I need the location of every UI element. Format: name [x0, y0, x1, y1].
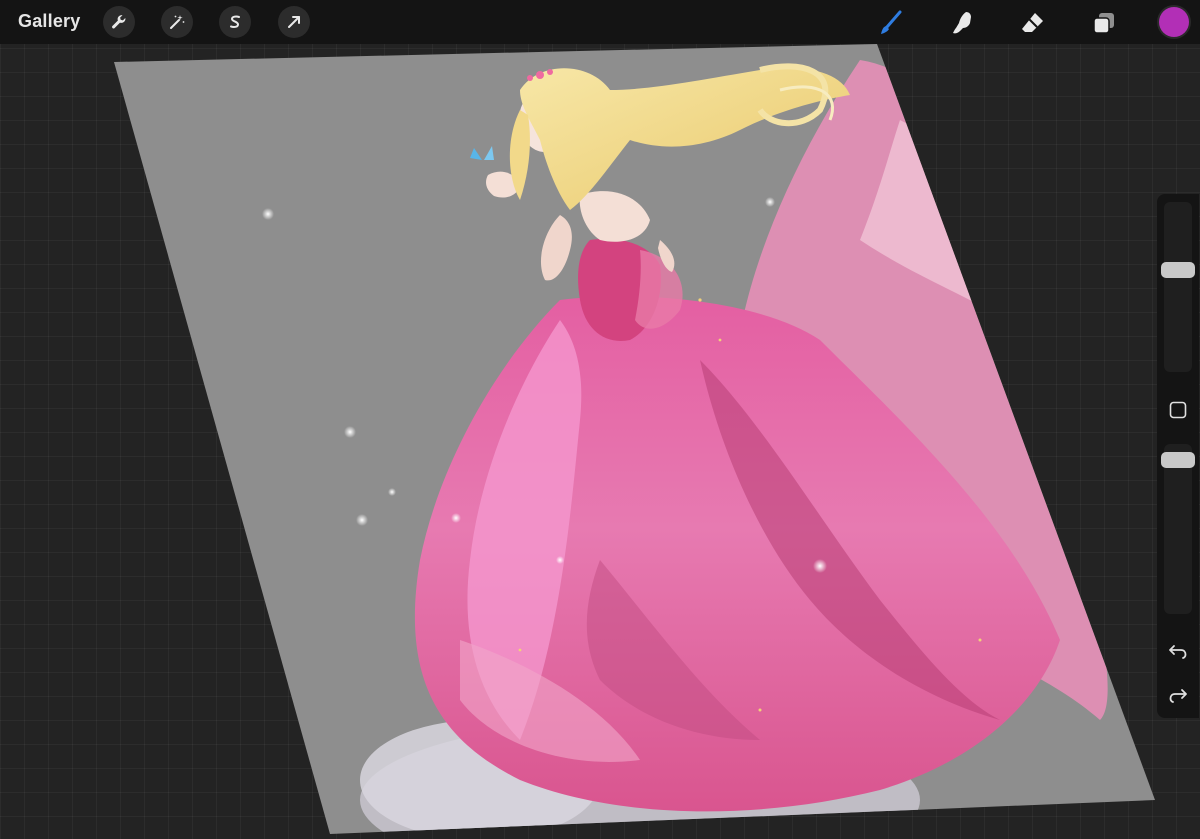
- smudge-finger-icon: [953, 12, 971, 34]
- actions-button[interactable]: [103, 6, 135, 38]
- brush-icon: [881, 10, 902, 34]
- brush-size-slider[interactable]: [1161, 202, 1195, 372]
- redo-button[interactable]: [1166, 684, 1190, 706]
- transform-button[interactable]: [278, 6, 310, 38]
- redo-arrow-icon: [1169, 689, 1187, 703]
- brush-size-thumb[interactable]: [1161, 262, 1195, 278]
- gallery-button[interactable]: Gallery: [18, 11, 80, 32]
- eraser-tool[interactable]: [1016, 6, 1050, 40]
- sidebar: [1157, 194, 1199, 718]
- artwork-canvas[interactable]: [0, 0, 1200, 834]
- eraser-icon: [1022, 13, 1043, 32]
- adjustments-button[interactable]: [161, 6, 193, 38]
- selection-button[interactable]: [219, 6, 251, 38]
- selection-s-icon: [230, 15, 240, 28]
- opacity-thumb[interactable]: [1161, 452, 1195, 468]
- top-toolbar: Gallery: [0, 0, 1200, 44]
- wrench-icon: [112, 15, 126, 29]
- smudge-tool[interactable]: [945, 6, 979, 40]
- modify-button[interactable]: [1168, 400, 1188, 420]
- canvas-area[interactable]: [0, 0, 1200, 834]
- arrow-cursor-icon: [288, 16, 300, 28]
- color-swatch-icon[interactable]: [1159, 7, 1189, 37]
- undo-button[interactable]: [1166, 640, 1190, 662]
- undo-arrow-icon: [1169, 645, 1187, 659]
- brush-tool[interactable]: [874, 6, 908, 40]
- opacity-slider[interactable]: [1161, 444, 1195, 614]
- layers-icon: [1093, 13, 1114, 34]
- layers-tool[interactable]: [1087, 6, 1121, 40]
- magic-wand-icon: [170, 15, 185, 29]
- square-modify-icon: [1169, 401, 1187, 419]
